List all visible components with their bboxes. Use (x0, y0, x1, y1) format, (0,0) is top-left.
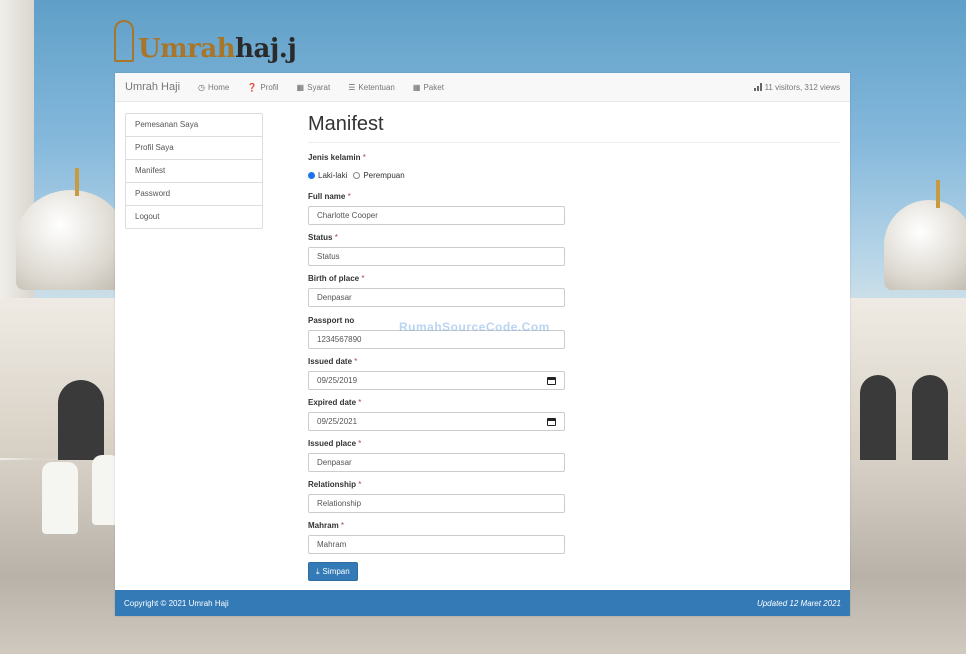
issued-place-label: Issued place * (308, 439, 362, 448)
relationship-label: Relationship * (308, 480, 362, 489)
nav-paket[interactable]: ▦ Paket (413, 83, 444, 92)
nav-home[interactable]: ◷ Home (198, 83, 229, 92)
background-dome (884, 200, 966, 290)
tiles-icon: ▦ (412, 82, 421, 92)
question-circle-icon: ❓ (247, 82, 258, 92)
nav-profil-label: Profil (260, 82, 279, 92)
issued-date-label: Issued date * (308, 357, 358, 366)
mahram-group: Mahram * (308, 521, 565, 554)
expired-date-input[interactable]: 09/25/2021 (308, 412, 565, 431)
nav-ketentuan[interactable]: ☰ Ketentuan (348, 83, 395, 92)
navbar: Umrah Haji ◷ Home ❓ Profil ▦ Syarat ☰ Ketent… (115, 73, 850, 102)
nav-profil[interactable]: ❓ Profil (247, 83, 278, 92)
footer-copyright: Copyright © 2021 Umrah Haji (124, 598, 229, 608)
gender-label: Jenis kelamin * (308, 153, 366, 162)
radio-checked-icon (308, 172, 315, 179)
background-finial (936, 180, 940, 208)
nav-syarat-label: Syarat (307, 82, 331, 92)
lantern-icon (114, 20, 134, 62)
background-finial (75, 168, 79, 196)
signal-bars-icon (753, 83, 762, 91)
page-title: Manifest (308, 113, 840, 143)
nav-syarat[interactable]: ▦ Syarat (297, 83, 331, 92)
issued-place-input[interactable] (308, 453, 565, 472)
birth-place-label: Birth of place * (308, 274, 365, 283)
radio-laki-laki[interactable]: Laki-laki (308, 171, 347, 180)
expired-date-label: Expired date * (308, 398, 362, 407)
status-label: Status * (308, 233, 338, 242)
nav-home-label: Home (208, 82, 230, 92)
visitor-stats-text: 11 visitors, 312 views (764, 82, 840, 92)
background-arch (58, 380, 104, 460)
sidebar-menu: Pemesanan Saya Profil Saya Manifest Pass… (125, 113, 263, 229)
list-icon: ☰ (348, 82, 356, 92)
expired-date-group: Expired date * 09/25/2021 (308, 398, 565, 431)
nav-paket-label: Paket (423, 82, 444, 92)
main-panel: Umrah Haji ◷ Home ❓ Profil ▦ Syarat ☰ Ketent… (115, 73, 850, 616)
sidebar-item-pemesanan[interactable]: Pemesanan Saya (126, 114, 262, 137)
mahram-input[interactable] (308, 535, 565, 554)
background-person (42, 462, 78, 534)
sidebar-item-password[interactable]: Password (126, 183, 262, 206)
background-arch (860, 375, 896, 465)
full-name-group: Full name * (308, 192, 565, 225)
background-column (0, 0, 34, 470)
gender-group: Jenis kelamin * Laki-laki Perempuan (308, 153, 405, 180)
radio-perempuan[interactable]: Perempuan (353, 171, 405, 180)
footer: Copyright © 2021 Umrah Haji Updated 12 M… (115, 590, 850, 616)
relationship-input[interactable] (308, 494, 565, 513)
save-button[interactable]: ⤓ Simpan (308, 562, 358, 581)
sidebar-item-manifest[interactable]: Manifest (126, 160, 262, 183)
status-group: Status * (308, 233, 565, 266)
sidebar-item-profil[interactable]: Profil Saya (126, 137, 262, 160)
site-logo[interactable]: Umrahhaj.j (114, 8, 297, 64)
full-name-label: Full name * (308, 192, 351, 201)
issued-date-input[interactable]: 09/25/2019 (308, 371, 565, 390)
relationship-group: Relationship * (308, 480, 565, 513)
status-input[interactable] (308, 247, 565, 266)
nav-ketentuan-label: Ketentuan (358, 82, 395, 92)
background-wall (850, 298, 966, 463)
birth-place-input[interactable] (308, 288, 565, 307)
download-icon: ⤓ (316, 566, 320, 576)
radio-unchecked-icon (353, 172, 361, 179)
birth-place-group: Birth of place * (308, 274, 565, 307)
full-name-input[interactable] (308, 206, 565, 225)
footer-updated: Updated 12 Maret 2021 (756, 598, 841, 608)
content-area: Manifest Jenis kelamin * Laki-laki Perem… (308, 113, 840, 581)
grid-icon: ▦ (296, 82, 305, 92)
mahram-label: Mahram * (308, 521, 345, 530)
visitor-stats: 11 visitors, 312 views (753, 73, 840, 101)
navbar-brand[interactable]: Umrah Haji (125, 81, 180, 93)
logo-text: Umrahhaj.j (138, 34, 297, 64)
background-dome (16, 190, 126, 290)
calendar-icon[interactable] (547, 417, 556, 426)
issued-date-group: Issued date * 09/25/2019 (308, 357, 565, 390)
clock-icon: ◷ (198, 82, 205, 92)
background-arch (912, 375, 948, 465)
background-wall (0, 298, 120, 458)
watermark: RumahSourceCode.Com (399, 320, 550, 334)
issued-place-group: Issued place * (308, 439, 565, 472)
sidebar-item-logout[interactable]: Logout (126, 206, 262, 228)
calendar-icon[interactable] (547, 376, 556, 385)
